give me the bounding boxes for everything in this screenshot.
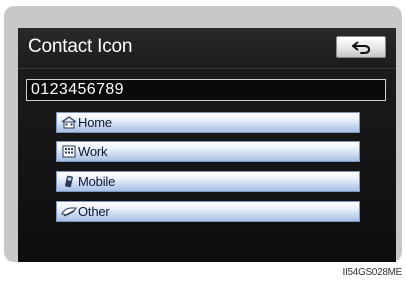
page-title: Contact Icon <box>28 36 133 57</box>
mobile-button[interactable]: Mobile <box>56 171 360 192</box>
work-button[interactable]: Work <box>56 141 360 162</box>
back-arrow-icon <box>352 41 371 54</box>
home-button[interactable]: Home <box>56 112 360 133</box>
other-icon <box>61 205 77 218</box>
other-label: Other <box>78 204 110 219</box>
phone-number-field: 0123456789 <box>26 79 386 101</box>
mobile-label: Mobile <box>78 174 116 189</box>
other-button[interactable]: Other <box>56 201 360 222</box>
back-button[interactable] <box>336 36 386 58</box>
home-label: Home <box>78 115 112 130</box>
nav-screen: Contact Icon 0123456789 Home Work Mobile… <box>18 28 396 262</box>
home-icon <box>61 116 77 129</box>
header-divider <box>18 68 396 69</box>
figure-code: II54GS028ME <box>342 267 402 278</box>
mobile-icon <box>61 175 77 188</box>
work-icon <box>61 145 77 158</box>
work-label: Work <box>78 144 108 159</box>
